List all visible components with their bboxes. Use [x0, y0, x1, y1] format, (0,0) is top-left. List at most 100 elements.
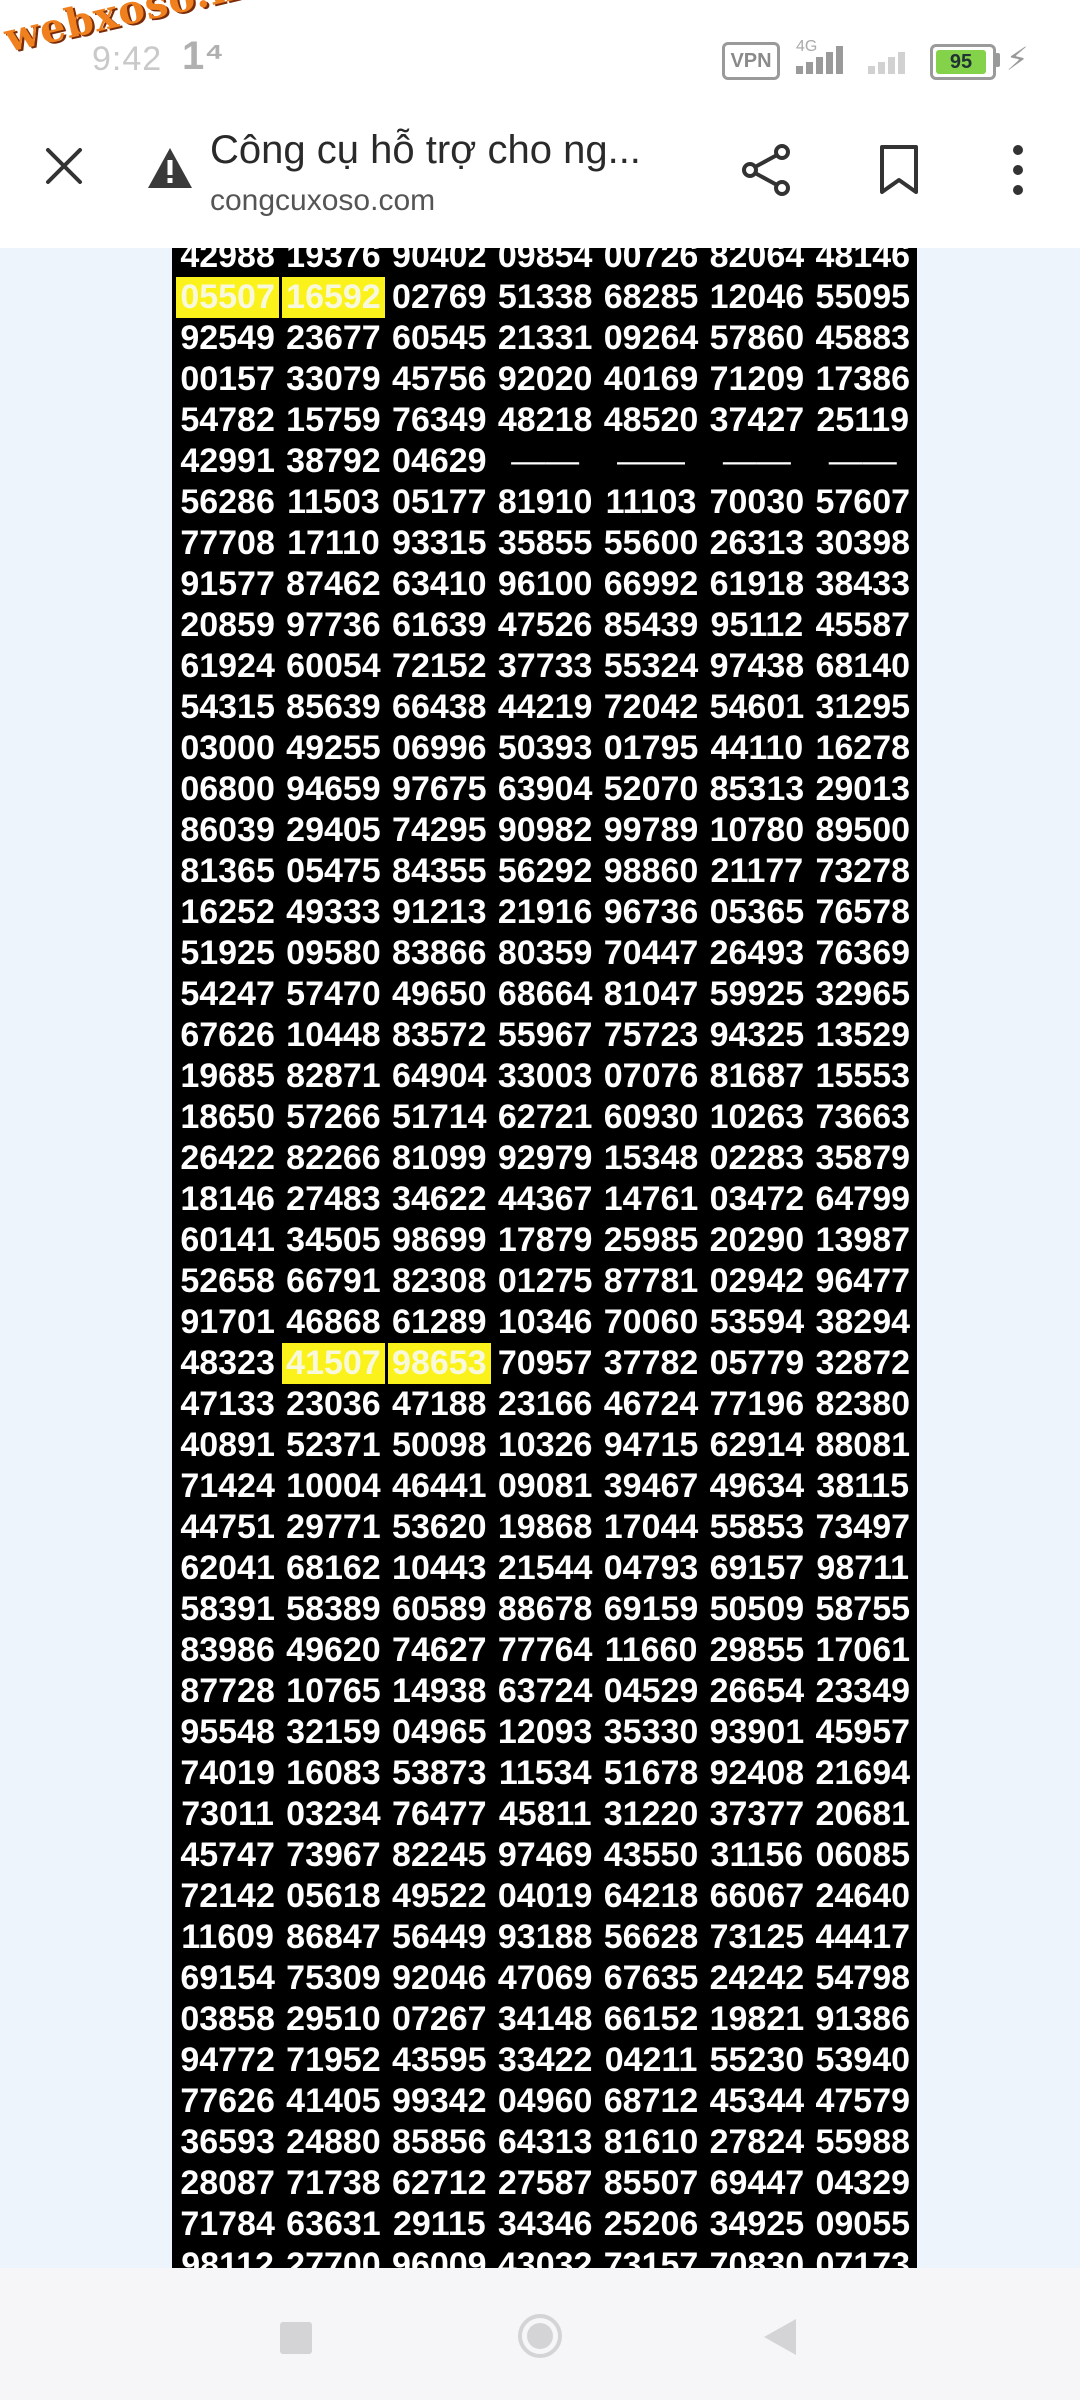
number-cell: 55600	[603, 524, 699, 562]
number-cell: 94659	[286, 770, 381, 808]
number-cell: 70830	[709, 2246, 805, 2268]
table-row: 51925 09580 83866 80359 70447 26493 76369	[172, 933, 917, 974]
number-cell: 61289	[392, 1303, 487, 1341]
number-cell: 36593	[180, 2123, 275, 2161]
number-cell: 70030	[709, 483, 805, 521]
number-cell: 98711	[816, 1549, 910, 1587]
number-cell: 94772	[180, 2041, 275, 2079]
number-cell: 17061	[815, 1631, 911, 1669]
status-time: 9:42	[92, 40, 163, 78]
number-cell: 00157	[180, 360, 275, 398]
warning-icon[interactable]	[146, 146, 194, 190]
number-cell: 04529	[603, 1672, 699, 1710]
table-row: 54247 57470 49650 68664 81047 59925 32965	[172, 974, 917, 1015]
highlighted-number-cell: 98653	[387, 1343, 491, 1384]
number-cell: 81365	[180, 852, 275, 890]
signal-icon	[796, 44, 852, 74]
number-cell: 35330	[603, 1713, 699, 1751]
charging-icon: ⚡	[1006, 41, 1029, 77]
number-cell: 00726	[603, 248, 699, 275]
number-cell: 04965	[392, 1713, 487, 1751]
number-cell: 44110	[710, 729, 804, 767]
number-cell: 07173	[815, 2246, 911, 2268]
number-cell: 49620	[286, 1631, 381, 1669]
number-cell: 96477	[815, 1262, 911, 1300]
number-cell: 13987	[815, 1221, 911, 1259]
number-cell: 33079	[286, 360, 381, 398]
number-cell: 46724	[603, 1385, 699, 1423]
number-cell: 43595	[392, 2041, 487, 2079]
number-cell: 49634	[709, 1467, 805, 1505]
number-cell: 69447	[709, 2164, 805, 2202]
number-cell: 04960	[497, 2082, 593, 2120]
number-cell: 57860	[709, 319, 805, 357]
recents-icon[interactable]	[280, 2322, 312, 2354]
number-cell: 49333	[286, 893, 381, 931]
table-row: 73011 03234 76477 45811 31220 37377 20681	[172, 1794, 917, 1835]
number-cell: 04329	[815, 2164, 911, 2202]
number-cell: 93188	[497, 1918, 593, 1956]
table-row: 03858 29510 07267 34148 66152 19821 91386	[172, 1999, 917, 2040]
number-cell: 11103	[605, 483, 697, 521]
number-cell: 27824	[709, 2123, 805, 2161]
table-row: 05507 16592 02769 51338 68285 12046 55095	[172, 277, 917, 318]
share-icon[interactable]	[738, 142, 794, 198]
number-cell: 77626	[180, 2082, 275, 2120]
home-icon[interactable]	[516, 2312, 564, 2360]
number-cell: 27700	[286, 2246, 381, 2268]
back-icon[interactable]	[760, 2316, 800, 2358]
number-cell: 52070	[603, 770, 699, 808]
number-cell: ——	[722, 442, 791, 480]
number-cell: 42991	[180, 442, 275, 480]
number-cell: 17110	[287, 524, 380, 562]
number-cell: 68140	[815, 647, 911, 685]
number-cell: 13529	[815, 1016, 911, 1054]
page-title[interactable]: Công cụ hỗ trợ cho ng...	[210, 128, 680, 173]
page-content[interactable]: 42988 19376 90402 09854 00726 82064 48146 05507…	[0, 248, 1080, 2268]
number-cell: 98112	[181, 2246, 274, 2268]
number-cell: 72142	[180, 1877, 275, 1915]
page-domain[interactable]: congcuxoso.com	[210, 184, 435, 218]
table-row: 48323 41507 98653 70957 37782 05779 32872	[172, 1343, 917, 1384]
number-cell: 47188	[392, 1385, 487, 1423]
table-row: 67626 10448 83572 55967 75723 94325 13529	[172, 1015, 917, 1056]
number-cell: 57266	[286, 1098, 381, 1136]
number-cell: 64799	[815, 1180, 911, 1218]
number-cell: 20290	[709, 1221, 805, 1259]
table-row: 74019 16083 53873 11534 51678 92408 21694	[172, 1753, 917, 1794]
number-cell: 34925	[709, 2205, 805, 2243]
number-cell: 09055	[815, 2205, 911, 2243]
table-row: 18146 27483 34622 44367 14761 03472 64799	[172, 1179, 917, 1220]
number-cell: 76349	[392, 401, 487, 439]
number-cell: 10004	[286, 1467, 381, 1505]
number-cell: 37733	[497, 647, 593, 685]
number-cell: 10326	[497, 1426, 593, 1464]
number-cell: 44219	[497, 688, 593, 726]
number-cell: 53873	[392, 1754, 487, 1792]
number-cell: 21916	[497, 893, 593, 931]
number-cell: 34346	[497, 2205, 593, 2243]
close-icon[interactable]	[44, 146, 84, 186]
number-cell: 99342	[392, 2082, 487, 2120]
number-cell: 27483	[286, 1180, 381, 1218]
number-cell: 83986	[180, 1631, 275, 1669]
number-cell: 29510	[286, 2000, 381, 2038]
number-cell: 81910	[497, 483, 593, 521]
number-cell: 24640	[815, 1877, 911, 1915]
number-cell: 25206	[603, 2205, 699, 2243]
number-cell: 91701	[180, 1303, 275, 1341]
number-cell: 77764	[497, 1631, 593, 1669]
number-cell: 33003	[497, 1057, 593, 1095]
number-cell: 66438	[392, 688, 487, 726]
number-cell: 62041	[180, 1549, 275, 1587]
number-cell: 94325	[709, 1016, 805, 1054]
number-cell: 03858	[180, 2000, 275, 2038]
number-cell: 12046	[709, 278, 805, 316]
number-cell: 64904	[392, 1057, 487, 1095]
number-cell: 91386	[815, 2000, 911, 2038]
more-vert-icon[interactable]	[1000, 142, 1036, 198]
bookmark-icon[interactable]	[876, 144, 922, 196]
number-cell: 92046	[392, 1959, 487, 1997]
number-cell: 40169	[603, 360, 699, 398]
table-row: 56286 11503 05177 81910 11103 70030 57607	[172, 482, 917, 523]
